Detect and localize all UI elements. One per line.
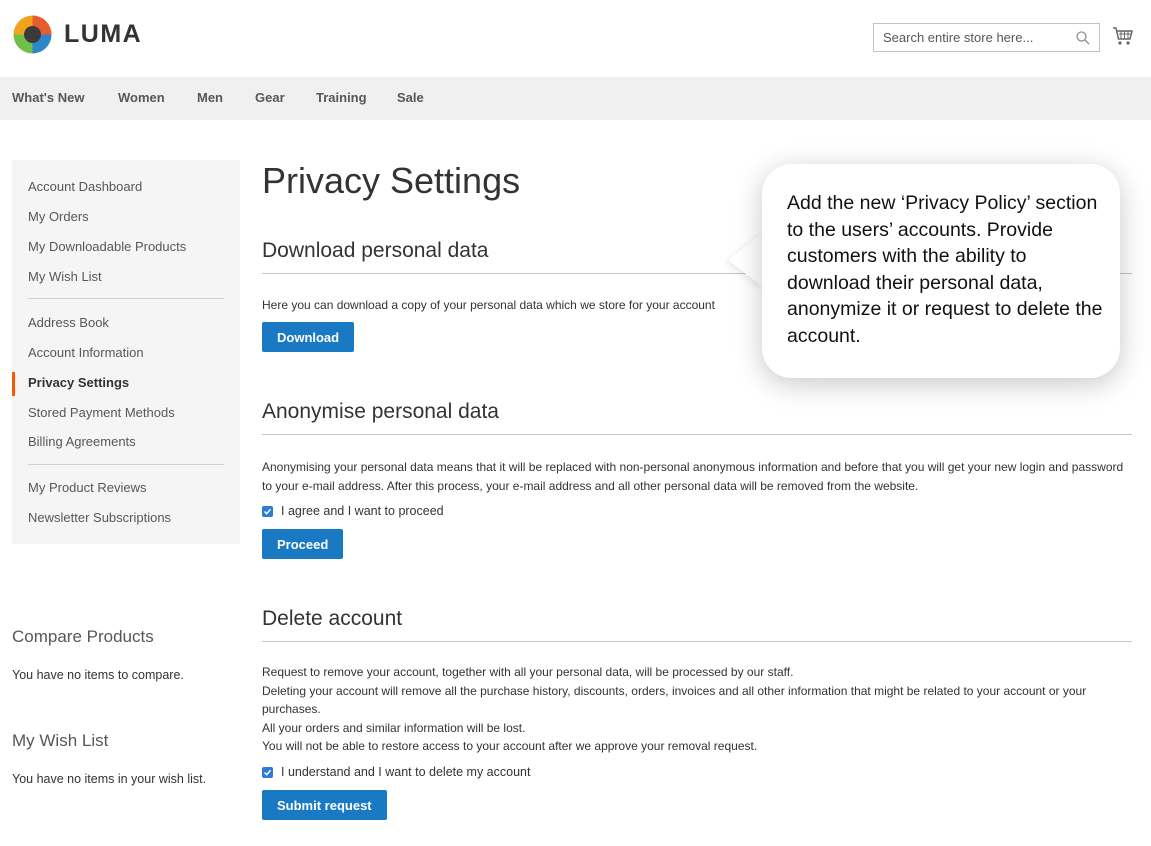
section-divider <box>262 641 1132 642</box>
search-input[interactable] <box>874 24 1064 51</box>
delete-section-title: Delete account <box>262 607 403 630</box>
sidebar-item-account-information[interactable]: Account Information <box>28 345 144 360</box>
anonymise-agree-checkbox[interactable] <box>262 505 273 517</box>
callout-text: Add the new ‘Privacy Policy’ section to … <box>787 192 1103 347</box>
sidebar-item-billing-agreements[interactable]: Billing Agreements <box>28 434 136 449</box>
nav-item-gear[interactable]: Gear <box>255 90 285 105</box>
delete-line: You will not be able to restore access t… <box>262 739 758 753</box>
account-nav: Account Dashboard My Orders My Downloada… <box>12 160 240 544</box>
site-header: LUMA <box>0 0 1151 77</box>
nav-item-sale[interactable]: Sale <box>397 90 424 105</box>
sidebar-item-privacy-settings[interactable]: Privacy Settings <box>28 375 129 390</box>
nav-item-training[interactable]: Training <box>316 90 367 105</box>
cart-icon[interactable] <box>1112 25 1134 47</box>
nav-item-men[interactable]: Men <box>197 90 223 105</box>
sidebar-item-newsletter-subscriptions[interactable]: Newsletter Subscriptions <box>28 510 171 525</box>
delete-description: Request to remove your account, together… <box>262 663 1132 756</box>
wishlist-block-title: My Wish List <box>12 731 109 750</box>
checkmark-icon <box>263 769 272 776</box>
anonymise-agree-row[interactable]: I agree and I want to proceed <box>262 504 444 518</box>
anonymise-section-title: Anonymise personal data <box>262 400 499 423</box>
logo[interactable]: LUMA <box>12 14 142 55</box>
sidebar-item-address-book[interactable]: Address Book <box>28 315 109 330</box>
sidebar-divider <box>28 464 224 465</box>
delete-line: Deleting your account will remove all th… <box>262 683 1087 717</box>
callout-bubble: Add the new ‘Privacy Policy’ section to … <box>762 164 1120 378</box>
sidebar-item-downloadable-products[interactable]: My Downloadable Products <box>28 239 186 254</box>
section-divider <box>262 434 1132 435</box>
sidebar-item-my-orders[interactable]: My Orders <box>28 209 89 224</box>
anonymise-description: Anonymising your personal data means tha… <box>262 460 1124 493</box>
sidebar-divider <box>28 298 224 299</box>
active-item-marker <box>12 372 15 396</box>
compare-products-title: Compare Products <box>12 627 154 646</box>
search-box[interactable] <box>873 23 1100 52</box>
sidebar-item-stored-payment-methods[interactable]: Stored Payment Methods <box>28 405 175 420</box>
nav-item-women[interactable]: Women <box>118 90 165 105</box>
download-section-title: Download personal data <box>262 239 489 262</box>
delete-confirm-checkbox[interactable] <box>262 766 273 778</box>
main-nav: What's New Women Men Gear Training Sale <box>0 77 1151 120</box>
sidebar-item-product-reviews[interactable]: My Product Reviews <box>28 480 146 495</box>
submit-request-button[interactable]: Submit request <box>262 790 387 820</box>
sidebar-item-wish-list[interactable]: My Wish List <box>28 269 102 284</box>
logo-text: LUMA <box>64 20 143 48</box>
sidebar-item-account-dashboard[interactable]: Account Dashboard <box>28 179 142 194</box>
delete-line: All your orders and similar information … <box>262 720 526 735</box>
page-title: Privacy Settings <box>262 160 521 201</box>
proceed-button[interactable]: Proceed <box>262 529 344 559</box>
delete-confirm-row[interactable]: I understand and I want to delete my acc… <box>262 765 530 779</box>
delete-line: Request to remove your account, together… <box>262 665 794 679</box>
nav-item-whats-new[interactable]: What's New <box>12 90 84 105</box>
compare-products-text: You have no items to compare. <box>12 668 184 682</box>
callout-pointer <box>728 232 764 288</box>
download-button[interactable]: Download <box>262 322 355 352</box>
search-icon[interactable] <box>1075 30 1091 46</box>
checkmark-icon <box>263 508 272 515</box>
luma-logo-icon <box>13 15 52 54</box>
wishlist-block-text: You have no items in your wish list. <box>12 772 207 786</box>
anonymise-agree-label: I agree and I want to proceed <box>281 504 444 518</box>
delete-confirm-label: I understand and I want to delete my acc… <box>281 765 531 779</box>
